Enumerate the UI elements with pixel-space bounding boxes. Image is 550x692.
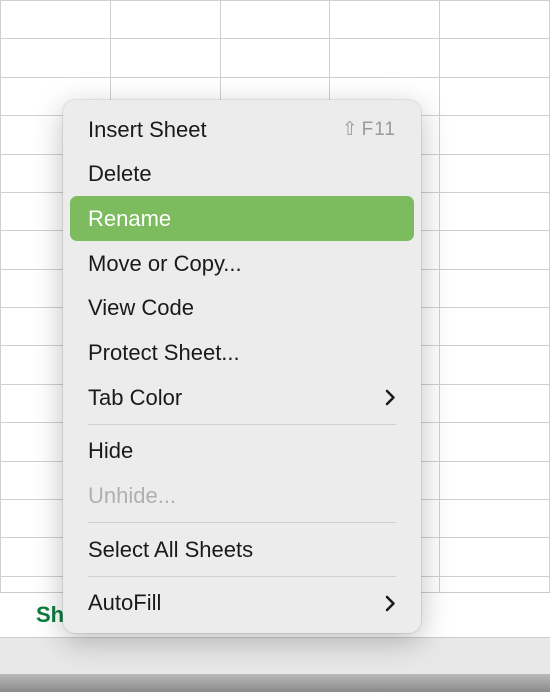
menu-item-view-code[interactable]: View Code — [70, 286, 414, 331]
chevron-right-icon — [385, 389, 396, 406]
sheet-tab-label[interactable]: Sh — [36, 602, 64, 628]
menu-divider — [88, 576, 396, 577]
bottom-strip-inner — [0, 674, 550, 692]
sheet-context-menu: Insert Sheet ⇧ F11 Delete Rename Move or… — [63, 100, 421, 633]
menu-item-hide[interactable]: Hide — [70, 429, 414, 474]
menu-item-label: Unhide... — [88, 481, 396, 511]
menu-item-label: Hide — [88, 436, 396, 466]
chevron-right-icon — [385, 595, 396, 612]
shift-icon: ⇧ — [342, 120, 359, 139]
menu-item-label: AutoFill — [88, 588, 385, 618]
menu-item-move-or-copy[interactable]: Move or Copy... — [70, 241, 414, 286]
menu-shortcut: ⇧ F11 — [342, 117, 396, 143]
menu-item-label: Protect Sheet... — [88, 338, 396, 368]
bottom-strip — [0, 637, 550, 692]
menu-item-rename[interactable]: Rename — [70, 196, 414, 241]
menu-item-select-all-sheets[interactable]: Select All Sheets — [70, 527, 414, 572]
menu-divider — [88, 424, 396, 425]
menu-item-autofill[interactable]: AutoFill — [70, 581, 414, 626]
menu-item-label: Tab Color — [88, 383, 385, 413]
menu-item-label: Move or Copy... — [88, 249, 396, 279]
menu-item-delete[interactable]: Delete — [70, 152, 414, 197]
menu-item-unhide: Unhide... — [70, 474, 414, 519]
menu-item-label: Delete — [88, 159, 396, 189]
menu-item-insert-sheet[interactable]: Insert Sheet ⇧ F11 — [70, 107, 414, 152]
menu-item-protect-sheet[interactable]: Protect Sheet... — [70, 330, 414, 375]
menu-item-label: Insert Sheet — [88, 115, 342, 145]
menu-item-tab-color[interactable]: Tab Color — [70, 375, 414, 420]
menu-divider — [88, 522, 396, 523]
menu-item-label: Rename — [88, 204, 396, 234]
shortcut-key: F11 — [362, 117, 396, 143]
menu-item-label: Select All Sheets — [88, 535, 396, 565]
menu-item-label: View Code — [88, 293, 396, 323]
